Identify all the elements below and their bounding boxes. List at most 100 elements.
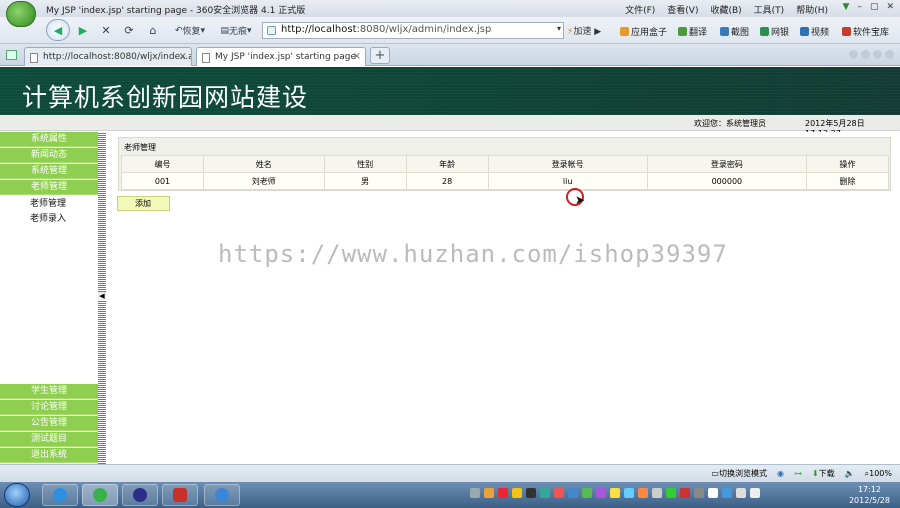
globe-icon[interactable]: ◉ <box>777 469 784 478</box>
tab-prev-icon[interactable] <box>849 50 858 59</box>
monitor-icon: ▭ <box>711 469 719 478</box>
software-button[interactable]: 软件宝库 <box>842 25 889 38</box>
new-tab-button[interactable]: + <box>370 47 390 64</box>
sidebar-item-student-management[interactable]: 学生管理 <box>0 384 98 399</box>
tab-close-icon[interactable]: × <box>353 51 361 62</box>
tray-icon[interactable] <box>498 488 508 498</box>
tab-index-jsp[interactable]: My JSP 'index.jsp' starting page × <box>196 47 366 66</box>
translate-button[interactable]: 翻译 <box>678 25 707 38</box>
tray-icon[interactable] <box>610 488 620 498</box>
sidebar-toggle-icon[interactable] <box>6 50 17 60</box>
collapse-arrow-icon[interactable]: ◀ <box>98 292 106 300</box>
menu-bar: 文件(F) 查看(V) 收藏(B) 工具(T) 帮助(H) <box>625 3 828 16</box>
tab-bar: http://localhost:8080/wljx/index.as... ×… <box>0 44 900 66</box>
speed-button[interactable]: ⚡加速 ▶ <box>567 24 601 37</box>
sidebar: 系统属性 新闻动态 系统管理 老师管理 老师管理 老师录入 学生管理 讨论管理 … <box>0 132 98 464</box>
cell-login-account: liu <box>487 172 648 190</box>
column-header: 登录密码 <box>646 155 807 173</box>
toggle-icon[interactable]: ⊶ <box>794 469 802 478</box>
download-label: 下载 <box>818 469 835 478</box>
sidebar-subitem-teacher-entry[interactable]: 老师录入 <box>30 211 66 224</box>
taskbar-eclipse[interactable] <box>122 484 158 506</box>
delete-link[interactable]: 删除 <box>805 172 890 190</box>
browse-mode-button[interactable]: ▭切换浏览模式 <box>711 468 767 479</box>
close-button[interactable]: ✕ <box>886 2 894 12</box>
sidebar-subitem-teacher-management[interactable]: 老师管理 <box>30 196 66 209</box>
tab-close-all-icon[interactable] <box>885 50 894 59</box>
sidebar-item-news[interactable]: 新闻动态 <box>0 148 98 163</box>
tray-icon[interactable] <box>470 488 480 498</box>
back-button[interactable]: ◀ <box>46 19 70 41</box>
add-button[interactable]: 添加 <box>117 196 170 211</box>
download-button[interactable]: ⬇下载 <box>812 468 835 479</box>
home-button[interactable]: ⌂ <box>144 21 162 40</box>
sidebar-item-teacher-management[interactable]: 老师管理 <box>0 180 98 195</box>
tab-localhost[interactable]: http://localhost:8080/wljx/index.as... × <box>24 47 192 66</box>
tray-icon[interactable] <box>526 488 536 498</box>
tray-icon[interactable] <box>582 488 592 498</box>
incognito-button[interactable]: ▤ 无痕 ▾ <box>214 21 258 40</box>
app-box-label: 应用盒子 <box>631 28 668 38</box>
shirt-icon[interactable]: ▼ <box>843 2 850 12</box>
tray-icon[interactable] <box>652 488 662 498</box>
tray-icon[interactable] <box>666 488 676 498</box>
tab-close-icon[interactable]: × <box>179 51 187 62</box>
video-button[interactable]: 视频 <box>800 25 829 38</box>
cell-gender: 男 <box>323 172 407 190</box>
tray-icon[interactable] <box>722 488 732 498</box>
sidebar-item-discussion-management[interactable]: 讨论管理 <box>0 400 98 415</box>
volume-tray-icon[interactable] <box>750 488 760 498</box>
sidebar-item-system-management[interactable]: 系统管理 <box>0 164 98 179</box>
restore-button[interactable]: ↶ 恢复 ▾ <box>168 21 212 40</box>
tray-icon[interactable] <box>540 488 550 498</box>
menu-tools[interactable]: 工具(T) <box>754 3 785 16</box>
forward-button[interactable]: ▶ <box>74 21 92 40</box>
status-bar: ▭切换浏览模式 ◉ ⊶ ⬇下载 🔈 ⌕100% <box>0 464 900 482</box>
column-header: 登录帐号 <box>487 155 648 173</box>
chevron-down-icon: ▾ <box>247 25 252 36</box>
tab-controls <box>849 50 894 59</box>
sidebar-item-system-properties[interactable]: 系统属性 <box>0 132 98 147</box>
tray-icon[interactable] <box>512 488 522 498</box>
sidebar-splitter[interactable]: ◀ <box>98 132 106 464</box>
start-button[interactable] <box>4 483 30 507</box>
app-box-button[interactable]: 应用盒子 <box>620 25 667 38</box>
minimize-button[interactable]: – <box>857 2 862 12</box>
ie-icon <box>53 488 67 502</box>
tab-next-icon[interactable] <box>861 50 870 59</box>
taskbar: 17:12 2012/5/28 <box>0 482 900 508</box>
bank-button[interactable]: 网银 <box>760 25 789 38</box>
maximize-button[interactable]: ▢ <box>870 2 879 12</box>
clock[interactable]: 17:12 2012/5/28 <box>849 484 890 506</box>
tray-icon[interactable] <box>484 488 494 498</box>
taskbar-app-bird[interactable] <box>204 484 240 506</box>
menu-help[interactable]: 帮助(H) <box>796 3 828 16</box>
tray-icon[interactable] <box>554 488 564 498</box>
sidebar-item-test-questions[interactable]: 测试题目 <box>0 432 98 447</box>
tray-icon[interactable] <box>736 488 746 498</box>
menu-file[interactable]: 文件(F) <box>625 3 655 16</box>
screenshot-button[interactable]: 截图 <box>720 25 749 38</box>
stop-button[interactable]: ✕ <box>98 21 114 40</box>
tray-icon[interactable] <box>624 488 634 498</box>
taskbar-app-red[interactable] <box>162 484 198 506</box>
tray-icon[interactable] <box>638 488 648 498</box>
taskbar-360-browser[interactable] <box>82 484 118 506</box>
tray-icon[interactable] <box>680 488 690 498</box>
tray-icon[interactable] <box>568 488 578 498</box>
address-bar[interactable]: http://localhost:8080/wljx/admin/index.j… <box>262 22 564 39</box>
tray-icon[interactable] <box>596 488 606 498</box>
sidebar-item-announcement-management[interactable]: 公告管理 <box>0 416 98 431</box>
menu-view[interactable]: 查看(V) <box>667 3 698 16</box>
chevron-down-icon[interactable]: ▾ <box>557 24 561 33</box>
tray-icon[interactable] <box>694 488 704 498</box>
tab-list-icon[interactable] <box>873 50 882 59</box>
volume-icon[interactable]: 🔈 <box>845 469 855 478</box>
menu-favorites[interactable]: 收藏(B) <box>710 3 741 16</box>
zoom-control[interactable]: ⌕100% <box>865 469 892 479</box>
refresh-button[interactable]: ⟳ <box>120 21 138 40</box>
tray-icon[interactable] <box>708 488 718 498</box>
taskbar-ie[interactable] <box>42 484 78 506</box>
bank-icon <box>760 27 769 36</box>
sidebar-item-logout[interactable]: 退出系统 <box>0 448 98 463</box>
